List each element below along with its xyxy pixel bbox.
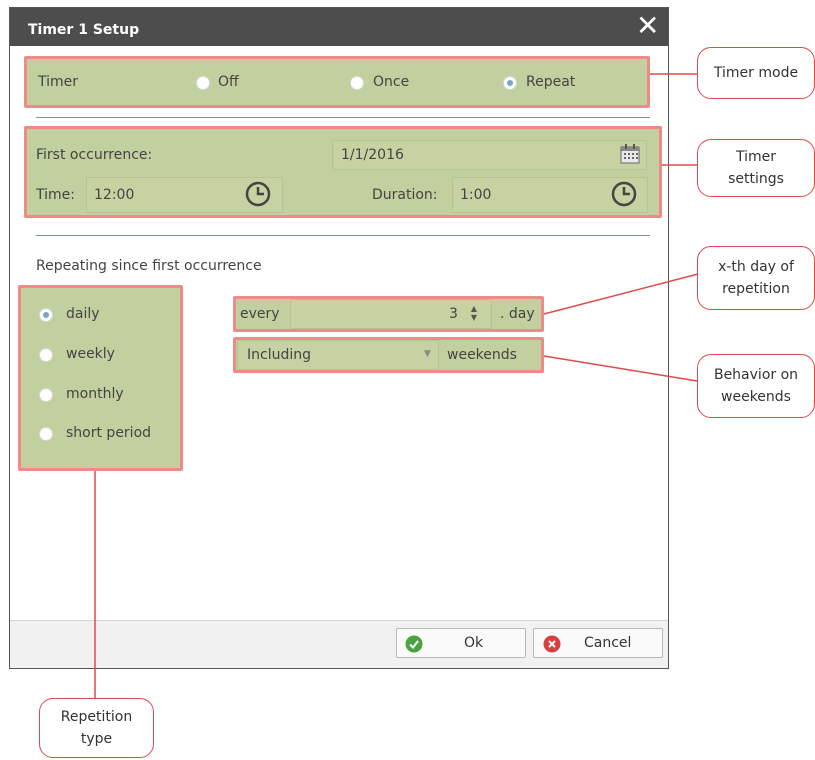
callout-xth-day-text: x-th day of (718, 259, 794, 275)
separator (36, 235, 650, 236)
cancel-button-label: Cancel (584, 635, 632, 651)
time-label: Time: (36, 187, 75, 203)
duration-label: Duration: (372, 187, 438, 203)
chevron-down-icon[interactable]: ▼ (424, 349, 431, 359)
timer-mode-label: Timer (38, 74, 79, 90)
cancel-icon (543, 635, 561, 653)
time-value: 12:00 (94, 187, 135, 203)
separator (36, 117, 650, 118)
callout-repetition-type-text: type (80, 731, 113, 747)
radio-weekly[interactable] (39, 348, 53, 362)
close-icon[interactable]: ✕ (636, 12, 659, 40)
interval-stepper[interactable] (290, 299, 492, 329)
radio-weekly-label[interactable]: weekly (66, 346, 115, 362)
duration-value: 1:00 (460, 187, 492, 203)
dialog-title: Timer 1 Setup (28, 22, 140, 38)
callout-xth-day-text: repetition (722, 281, 790, 297)
radio-short-period[interactable] (39, 427, 53, 441)
clock-icon[interactable] (245, 181, 271, 207)
radio-off[interactable] (196, 76, 210, 90)
callout-weekends-text: Behavior on (713, 367, 799, 383)
callout-timer-settings: Timer settings (697, 139, 815, 197)
weekends-label: weekends (447, 347, 517, 363)
callout-repetition-type-text: Repetition (60, 709, 133, 725)
radio-repeat[interactable] (503, 76, 517, 90)
radio-monthly[interactable] (39, 388, 53, 402)
callout-timer-mode: Timer mode (697, 47, 815, 99)
callout-weekends-text: weekends (721, 389, 791, 405)
callout-timer-settings-text: settings (728, 171, 784, 187)
radio-monthly-label[interactable]: monthly (66, 386, 124, 402)
stepper-arrows-icon[interactable]: ▲ ▼ (469, 304, 479, 324)
callout-weekends: Behavior on weekends (697, 354, 815, 418)
radio-daily-label[interactable]: daily (66, 306, 100, 322)
first-occurrence-value: 1/1/2016 (341, 147, 404, 163)
interval-value: 3 (449, 306, 458, 322)
radio-once[interactable] (350, 76, 364, 90)
radio-daily[interactable] (39, 308, 53, 322)
clock-icon[interactable] (611, 181, 637, 207)
radio-once-label[interactable]: Once (373, 74, 409, 90)
radio-short-period-label[interactable]: short period (66, 425, 151, 441)
weekend-select-value: Including (247, 347, 311, 363)
check-icon (405, 635, 423, 653)
calendar-icon[interactable] (620, 144, 640, 164)
callout-xth-day: x-th day of repetition (697, 246, 815, 310)
ok-button-label: Ok (464, 635, 484, 651)
radio-repeat-label[interactable]: Repeat (526, 74, 575, 90)
callout-timer-mode-text: Timer mode (713, 65, 799, 81)
radio-off-label[interactable]: Off (218, 74, 239, 90)
day-suffix: . day (500, 306, 535, 322)
repeating-heading: Repeating since first occurrence (36, 258, 262, 274)
first-occurrence-label: First occurrence: (36, 147, 153, 163)
callout-repetition-type: Repetition type (39, 698, 154, 758)
every-label: every (240, 306, 280, 322)
callout-timer-settings-text: Timer (735, 149, 777, 165)
